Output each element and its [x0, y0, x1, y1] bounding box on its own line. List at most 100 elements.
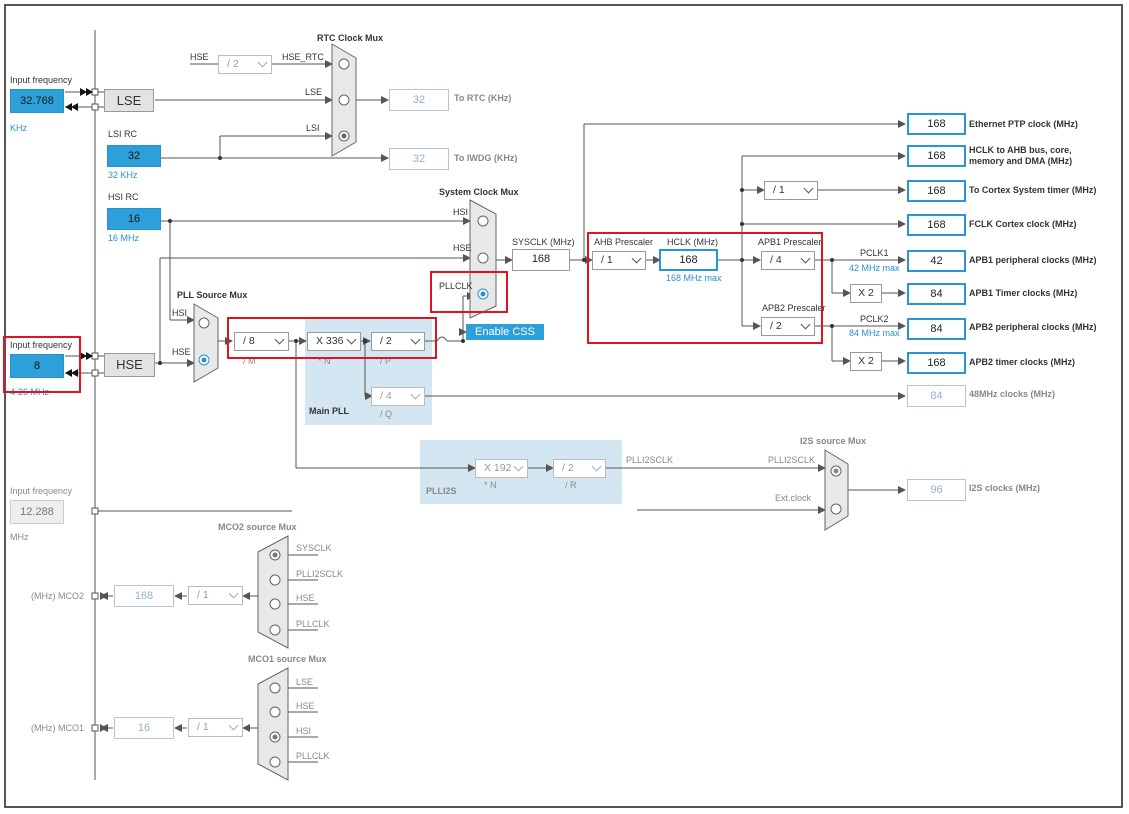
mco1-lse-label: LSE — [296, 677, 314, 687]
mco2-divider-value: / 1 — [197, 589, 209, 601]
chevron-down-icon — [228, 588, 239, 599]
plli2s-r-value: / 2 — [562, 462, 574, 474]
mco2-plli2sclk-label: PLLI2SCLK — [296, 569, 344, 579]
mco2-mux-title: MCO2 source Mux — [218, 522, 297, 532]
i2s-mux-shape — [824, 449, 849, 531]
to-rtc-label: To RTC (KHz) — [454, 93, 512, 103]
rtc-hse-rtc-label: HSE_RTC — [282, 52, 324, 62]
sysclk-value: 168 — [512, 249, 570, 271]
ethernet-ptp-value: 168 — [907, 113, 966, 135]
lse-frequency-field[interactable]: 32.768 — [10, 89, 64, 113]
hse-oscillator: HSE — [104, 353, 155, 377]
sysclk-hse-label: HSE — [453, 243, 472, 253]
highlight-pllclk-select — [430, 271, 508, 313]
pll-hsi-label: HSI — [172, 308, 188, 318]
lse-oscillator: LSE — [104, 89, 154, 112]
mco2-divider-select[interactable]: / 1 — [188, 586, 243, 605]
hclk-ahb-label: HCLK to AHB bus, core, memory and DMA (M… — [969, 145, 1073, 166]
cortex-divider-value: / 1 — [773, 184, 785, 196]
i2s-clocks-label: I2S clocks (MHz) — [969, 483, 1041, 493]
main-pll-title: Main PLL — [309, 406, 349, 416]
highlight-bus-prescalers — [587, 232, 823, 344]
chevron-down-icon — [410, 389, 421, 400]
lsi-rc-label: LSI RC — [108, 129, 138, 139]
rtc-divider-select[interactable]: / 2 — [218, 55, 272, 74]
chevron-down-icon — [257, 57, 268, 68]
plli2sclk-label: PLLI2SCLK — [626, 455, 674, 465]
i2s-plli2sclk-label: PLLI2SCLK — [768, 455, 816, 465]
to-iwdg-label: To IWDG (KHz) — [454, 153, 518, 163]
sysclk-hsi-label: HSI — [453, 207, 469, 217]
hsi-rc-label: HSI RC — [108, 192, 139, 202]
pll-q-label: / Q — [380, 409, 393, 419]
mco2-hse-label: HSE — [296, 593, 315, 603]
48mhz-value: 84 — [907, 385, 966, 407]
rtc-lsi-label: LSI — [306, 123, 320, 133]
iwdg-output-value: 32 — [389, 148, 449, 170]
i2s-ext-clock-label: Ext.clock — [775, 493, 812, 503]
mco2-sysclk-label: SYSCLK — [296, 543, 332, 553]
chevron-down-icon — [591, 461, 602, 472]
sysclk-mux-title: System Clock Mux — [439, 187, 519, 197]
apb2-timer-label: APB2 timer clocks (MHz) — [969, 357, 1076, 367]
hsi-unit-label: 16 MHz — [108, 233, 140, 243]
48mhz-label: 48MHz clocks (MHz) — [969, 389, 1056, 399]
mco1-pllclk-label: PLLCLK — [296, 751, 330, 761]
plli2s-n-select[interactable]: X 192 — [475, 459, 528, 478]
rtc-output-value: 32 — [389, 89, 449, 111]
rtc-hse-label: HSE — [190, 52, 209, 62]
i2s-mux-title: I2S source Mux — [800, 436, 867, 446]
ext-frequency-field[interactable]: 12.288 — [10, 500, 64, 524]
cortex-timer-label: To Cortex System timer (MHz) — [969, 185, 1097, 195]
cortex-divider-select[interactable]: / 1 — [764, 181, 818, 200]
apb2-peripheral-label: APB2 peripheral clocks (MHz) — [969, 322, 1097, 332]
lse-input-frequency-label: Input frequency — [10, 75, 73, 85]
pclk1-max-label: 42 MHz max — [849, 263, 900, 273]
mco2-pllclk-label: PLLCLK — [296, 619, 330, 629]
ext-unit-label: MHz — [10, 532, 29, 542]
mco1-hse-label: HSE — [296, 701, 315, 711]
rtc-mux-title: RTC Clock Mux — [317, 33, 384, 43]
pll-source-mux-shape — [193, 303, 219, 383]
mco1-hsi-label: HSI — [296, 726, 312, 736]
pll-q-select[interactable]: / 4 — [371, 387, 425, 406]
apb1-timer-label: APB1 Timer clocks (MHz) — [969, 288, 1078, 298]
lse-unit-label: KHz — [10, 123, 28, 133]
lsi-value: 32 — [107, 145, 161, 167]
apb1-timer-value: 84 — [907, 283, 966, 305]
pclk2-label: PCLK2 — [860, 314, 889, 324]
plli2s-title: PLLI2S — [426, 486, 457, 496]
rtc-divider-value: / 2 — [227, 58, 239, 70]
enable-css-button[interactable]: Enable CSS — [466, 324, 544, 340]
pclk2-max-label: 84 MHz max — [849, 328, 900, 338]
mco2-value: 168 — [114, 585, 174, 607]
mco1-value: 16 — [114, 717, 174, 739]
fclk-label: FCLK Cortex clock (MHz) — [969, 219, 1077, 229]
apb2-timer-value: 168 — [907, 352, 966, 374]
mco1-divider-value: / 1 — [197, 721, 209, 733]
mco1-label: (MHz) MCO1 — [31, 723, 84, 733]
apb1-timer-multiplier: X 2 — [850, 284, 882, 303]
cortex-timer-value: 168 — [907, 180, 966, 202]
lsi-unit-label: 32 KHz — [108, 170, 138, 180]
pll-source-mux-title: PLL Source Mux — [177, 290, 248, 300]
mco1-divider-select[interactable]: / 1 — [188, 718, 243, 737]
fclk-value: 168 — [907, 214, 966, 236]
highlight-pll-dividers — [227, 317, 437, 359]
plli2s-n-label: * N — [484, 480, 497, 490]
apb2-peripheral-value: 84 — [907, 318, 966, 340]
chevron-down-icon — [513, 461, 524, 472]
highlight-hse-input — [3, 336, 81, 393]
plli2s-n-value: X 192 — [484, 462, 512, 474]
mco2-label: (MHz) MCO2 — [31, 591, 84, 601]
rtc-lse-label: LSE — [305, 87, 323, 97]
chevron-down-icon — [228, 720, 239, 731]
hclk-ahb-value: 168 — [907, 145, 966, 167]
plli2s-r-select[interactable]: / 2 — [553, 459, 606, 478]
hsi-value: 16 — [107, 208, 161, 230]
apb1-peripheral-value: 42 — [907, 250, 966, 272]
apb1-peripheral-label: APB1 peripheral clocks (MHz) — [969, 255, 1097, 265]
apb2-timer-multiplier: X 2 — [850, 352, 882, 371]
ethernet-ptp-label: Ethernet PTP clock (MHz) — [969, 119, 1078, 129]
sysclk-label: SYSCLK (MHz) — [512, 237, 575, 247]
